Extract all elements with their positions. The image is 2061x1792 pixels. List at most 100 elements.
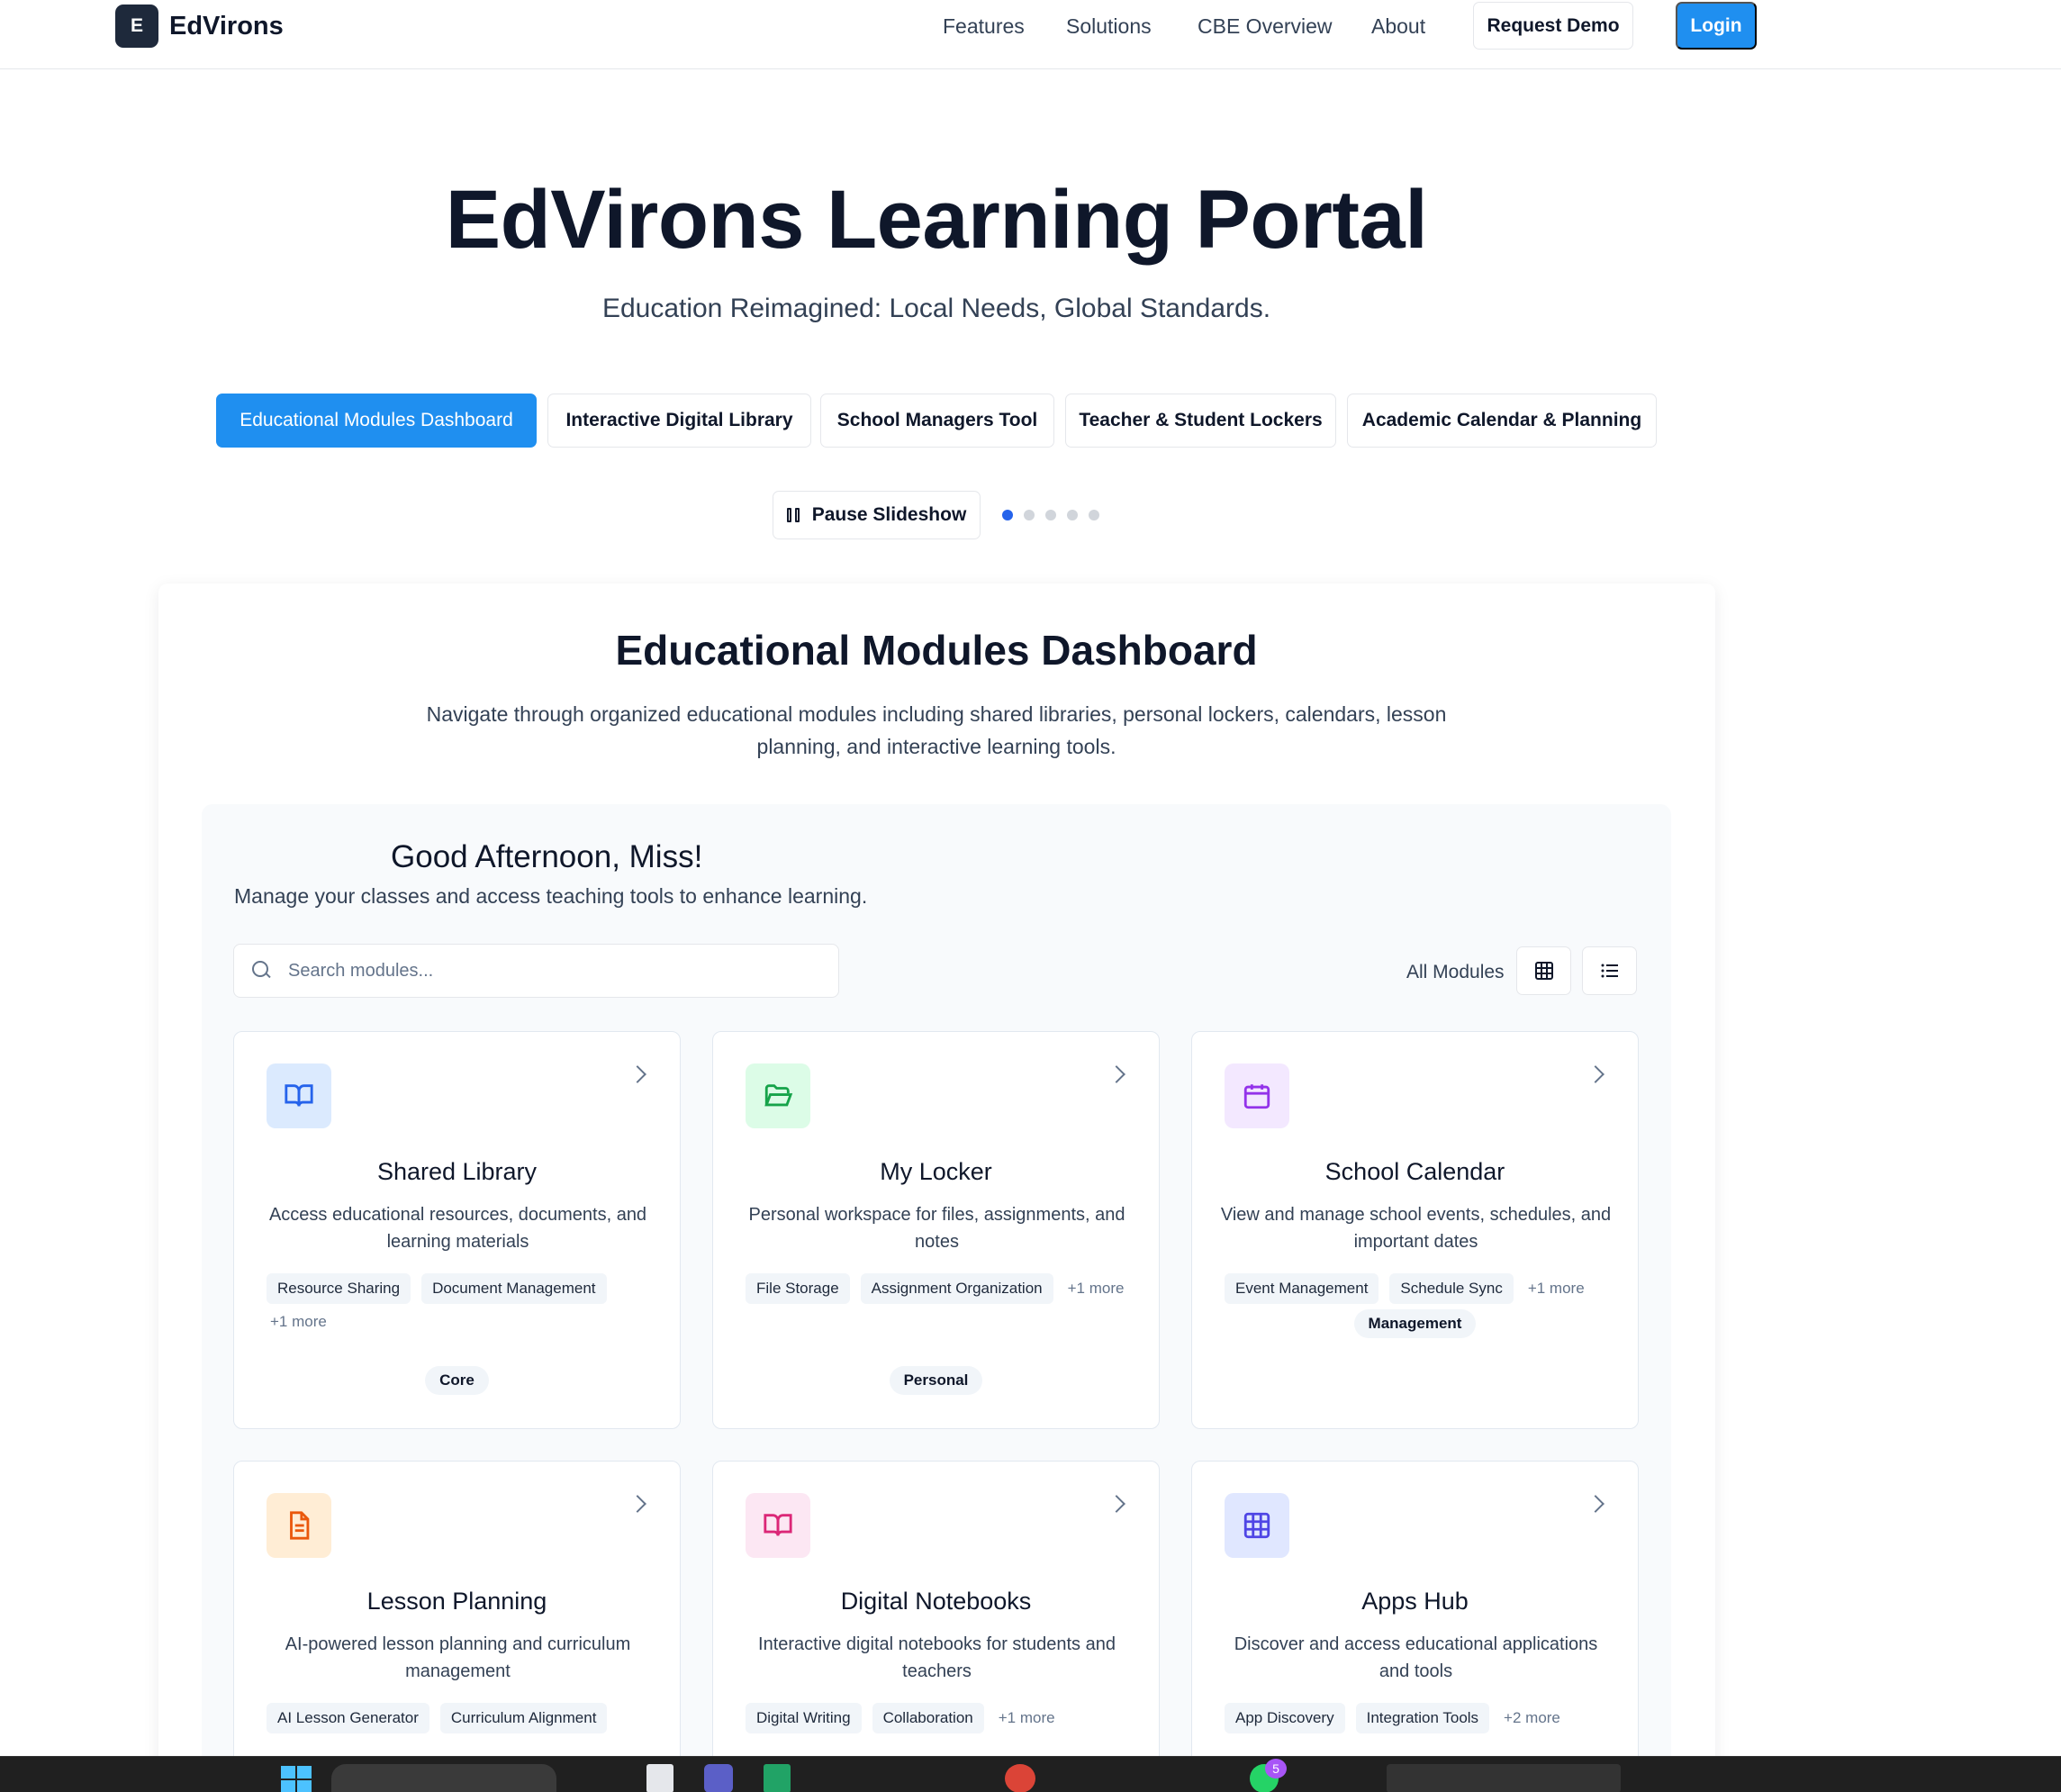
module-card-shared-library[interactable]: Shared Library Access educational resour… <box>233 1031 681 1429</box>
module-tag: Schedule Sync <box>1389 1273 1514 1304</box>
more-tags-label: +1 more <box>1527 1280 1585 1297</box>
greeting: Good Afternoon, Miss! <box>391 839 703 874</box>
module-tag: Resource Sharing <box>267 1273 411 1304</box>
brand[interactable]: E EdVirons <box>115 5 284 48</box>
chevron-right-icon <box>628 1495 646 1513</box>
module-tags: File Storage Assignment Organization +1 … <box>746 1273 1133 1304</box>
module-description: View and manage school events, schedules… <box>1220 1205 1612 1252</box>
module-tag: App Discovery <box>1225 1703 1345 1733</box>
module-category-badge: Management <box>1353 1309 1477 1338</box>
nav-link-features[interactable]: Features <box>943 14 1025 39</box>
taskbar-browser-icon[interactable] <box>1005 1764 1035 1792</box>
module-title: School Calendar <box>1324 1158 1505 1185</box>
module-tag: Digital Writing <box>746 1703 862 1733</box>
list-view-button[interactable] <box>1582 946 1637 995</box>
module-tag: Assignment Organization <box>860 1273 1053 1304</box>
taskbar-search-box[interactable] <box>331 1764 556 1792</box>
module-title: Shared Library <box>376 1158 538 1185</box>
pause-icon <box>786 508 800 522</box>
hero-title: EdVirons Learning Portal <box>445 174 1428 266</box>
dashboard-description: Navigate through organized educational m… <box>426 702 1447 758</box>
greeting-subtitle: Manage your classes and access teaching … <box>234 884 868 908</box>
chevron-right-icon <box>1586 1495 1605 1513</box>
module-category-badge: Core <box>425 1366 489 1395</box>
slide-dot-2[interactable] <box>1024 510 1035 520</box>
pause-slideshow-button[interactable]: Pause Slideshow <box>773 491 981 539</box>
module-description: Personal workspace for files, assignment… <box>748 1205 1125 1252</box>
module-tag: Collaboration <box>872 1703 984 1733</box>
nav-link-about[interactable]: About <box>1371 14 1425 39</box>
document-icon <box>267 1493 331 1558</box>
more-tags-label: +1 more <box>270 1313 327 1330</box>
module-tags: Event Management Schedule Sync +1 more <box>1225 1273 1612 1304</box>
tab-academic-calendar-planning[interactable]: Academic Calendar & Planning <box>1347 394 1657 448</box>
taskbar-app-icon[interactable] <box>704 1764 733 1792</box>
book-icon <box>267 1063 331 1128</box>
module-description: Access educational resources, documents,… <box>268 1205 647 1252</box>
tab-school-managers-tool[interactable]: School Managers Tool <box>820 394 1054 448</box>
module-tag: Event Management <box>1225 1273 1379 1304</box>
calendar-icon <box>1225 1063 1289 1128</box>
slide-dot-5[interactable] <box>1089 510 1099 520</box>
grid-view-button[interactable] <box>1516 946 1571 995</box>
folder-open-icon <box>746 1063 810 1128</box>
chevron-right-icon <box>1586 1065 1605 1083</box>
list-view-icon <box>1601 964 1618 978</box>
top-navbar: E EdVirons Features Solutions CBE Overvi… <box>0 0 2061 69</box>
more-tags-label: +1 more <box>1067 1280 1125 1297</box>
chevron-right-icon <box>1107 1065 1125 1083</box>
more-tags-label: +1 more <box>998 1709 1055 1726</box>
hero-subtitle: Education Reimagined: Local Needs, Globa… <box>601 294 1271 323</box>
module-tag: Integration Tools <box>1355 1703 1490 1733</box>
taskbar-active-window[interactable] <box>1387 1764 1621 1792</box>
more-tags-label: +2 more <box>1504 1709 1560 1726</box>
module-description: AI-powered lesson planning and curriculu… <box>285 1634 631 1681</box>
module-title: My Locker <box>880 1158 992 1185</box>
module-tags: AI Lesson Generator Curriculum Alignment <box>267 1703 654 1733</box>
module-tags: Resource Sharing Document Management +1 … <box>267 1273 654 1331</box>
brand-name: EdVirons <box>169 11 284 41</box>
module-card-digital-notebooks[interactable]: Digital Notebooks Interactive digital no… <box>712 1461 1160 1792</box>
module-card-apps-hub[interactable]: Apps Hub Discover and access educational… <box>1191 1461 1639 1792</box>
taskbar-app-icon[interactable] <box>764 1764 791 1792</box>
module-filter[interactable]: All Modules <box>1406 962 1505 983</box>
pause-slideshow-label: Pause Slideshow <box>811 504 967 525</box>
tab-educational-modules-dashboard[interactable]: Educational Modules Dashboard <box>216 394 537 448</box>
taskbar-app-icon[interactable] <box>646 1764 673 1792</box>
tab-interactive-digital-library[interactable]: Interactive Digital Library <box>547 394 811 448</box>
search-input[interactable] <box>288 960 792 982</box>
module-card-school-calendar[interactable]: School Calendar View and manage school e… <box>1191 1031 1639 1429</box>
module-title: Digital Notebooks <box>840 1588 1032 1615</box>
module-description: Interactive digital notebooks for studen… <box>758 1634 1116 1681</box>
tab-teacher-student-lockers[interactable]: Teacher & Student Lockers <box>1065 394 1336 448</box>
dashboard-title: Educational Modules Dashboard <box>615 627 1258 674</box>
grid-view-icon <box>1534 962 1553 980</box>
module-tag: Curriculum Alignment <box>439 1703 608 1733</box>
slide-dot-3[interactable] <box>1045 510 1056 520</box>
nav-link-solutions[interactable]: Solutions <box>1066 14 1152 39</box>
module-tag: File Storage <box>746 1273 850 1304</box>
module-card-my-locker[interactable]: My Locker Personal workspace for files, … <box>712 1031 1160 1429</box>
module-card-lesson-planning[interactable]: Lesson Planning AI-powered lesson planni… <box>233 1461 681 1792</box>
chevron-right-icon <box>1107 1495 1125 1513</box>
nav-link-cbe-overview[interactable]: CBE Overview <box>1198 14 1333 39</box>
module-description: Discover and access educational applicat… <box>1234 1634 1598 1681</box>
search-box[interactable] <box>233 944 839 998</box>
grid-icon <box>1225 1493 1289 1558</box>
module-title: Lesson Planning <box>366 1588 547 1615</box>
request-demo-button[interactable]: Request Demo <box>1473 2 1633 50</box>
module-tags: Digital Writing Collaboration +1 more <box>746 1703 1133 1733</box>
notebook-icon <box>746 1493 810 1558</box>
windows-start-icon[interactable] <box>281 1766 312 1792</box>
login-button[interactable]: Login <box>1676 2 1757 50</box>
slide-dot-1[interactable] <box>1002 510 1013 520</box>
module-tags: App Discovery Integration Tools +2 more <box>1225 1703 1612 1733</box>
module-tag: AI Lesson Generator <box>267 1703 429 1733</box>
chevron-right-icon <box>628 1065 646 1083</box>
module-title: Apps Hub <box>1361 1588 1469 1615</box>
slide-dot-4[interactable] <box>1067 510 1078 520</box>
os-taskbar: 5 <box>0 1756 2061 1792</box>
module-tag: Document Management <box>421 1273 607 1304</box>
logo-icon: E <box>115 5 158 48</box>
search-icon <box>252 961 272 981</box>
